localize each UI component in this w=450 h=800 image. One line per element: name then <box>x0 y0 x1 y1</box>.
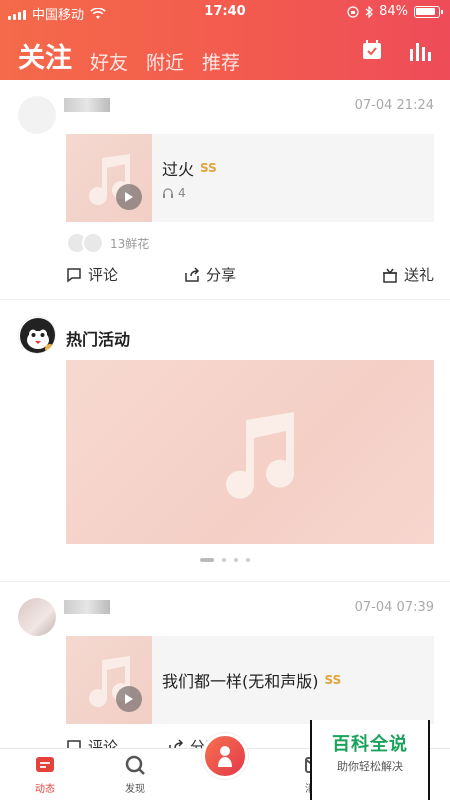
song-title: 我们都一样(无和声版) <box>162 672 319 691</box>
feed-icon <box>36 757 54 772</box>
music-note-icon <box>226 412 295 499</box>
username-blurred[interactable] <box>64 98 110 112</box>
sing-button[interactable] <box>202 733 248 779</box>
watermark-logo: 百科全说 助你轻松解决 <box>310 720 430 800</box>
battery-percent: 84% <box>379 4 408 19</box>
play-button[interactable] <box>116 184 142 210</box>
username-blurred[interactable] <box>64 600 110 614</box>
score-badge: SS <box>324 673 342 687</box>
carousel-dot[interactable] <box>246 558 250 562</box>
comment-icon <box>67 267 81 282</box>
share-button[interactable]: 分享 <box>184 264 236 285</box>
tab-discover-label: 发现 <box>125 784 145 795</box>
ranking-bars-icon[interactable] <box>406 36 434 64</box>
tab-feed[interactable]: 动态 <box>0 749 90 800</box>
top-actions <box>358 36 434 64</box>
music-note-icon <box>89 154 131 206</box>
play-button[interactable] <box>116 686 142 712</box>
play-count-value: 4 <box>178 186 186 200</box>
tab-follow[interactable]: 关注 <box>18 36 72 75</box>
sing-center-icon <box>218 746 232 767</box>
watermark-subtitle: 助你轻松解决 <box>337 760 403 773</box>
music-note-icon <box>89 656 131 708</box>
comment-icon <box>67 739 81 748</box>
carousel-dot[interactable] <box>222 558 226 562</box>
song-card[interactable]: 过火 SS 4 <box>66 134 434 222</box>
avatar[interactable] <box>18 96 56 134</box>
hot-activity: 热门活动 <box>0 300 450 582</box>
comment-label: 评论 <box>88 266 119 284</box>
tab-sing[interactable] <box>180 733 270 800</box>
feed-post: 07-04 21:24 过火 SS 4 13鲜花 评论 分享 送礼 <box>0 80 450 300</box>
carousel-dot-active[interactable] <box>200 558 214 562</box>
comment-button[interactable]: 评论 <box>66 264 118 285</box>
activity-avatar[interactable] <box>18 316 56 354</box>
bluetooth-icon <box>365 5 373 18</box>
top-tabs: 关注 好友 附近 推荐 <box>18 36 240 75</box>
battery-icon <box>414 5 443 18</box>
orientation-lock-icon <box>347 5 359 18</box>
play-count: 4 <box>162 186 217 200</box>
post-timestamp: 07-04 07:39 <box>354 600 434 615</box>
song-cover <box>66 636 152 724</box>
gift-icon <box>382 268 397 283</box>
song-card[interactable]: 我们都一样(无和声版) SS <box>66 636 434 724</box>
tab-friends[interactable]: 好友 <box>90 48 128 75</box>
song-info: 过火 SS 4 <box>152 134 217 222</box>
mascot-icon <box>20 318 55 353</box>
comment-label: 评论 <box>88 738 119 748</box>
carousel-dots <box>0 558 450 562</box>
song-title-row: 过火 SS <box>162 156 217 180</box>
post-timestamp: 07-04 21:24 <box>354 98 434 113</box>
top-bar: 中国移动 17:40 84% 关注 好友 附近 推荐 <box>0 0 450 80</box>
flower-count: 13鲜花 <box>110 236 150 251</box>
comment-button[interactable]: 评论 <box>66 736 118 748</box>
headphones-icon <box>163 188 173 198</box>
discover-icon <box>125 755 145 775</box>
song-title: 过火 <box>162 160 195 179</box>
tab-discover[interactable]: 发现 <box>90 749 180 800</box>
score-badge: SS <box>200 161 217 175</box>
post-actions: 评论 分享 送礼 <box>66 264 434 285</box>
activity-banner[interactable] <box>66 360 434 544</box>
flower-giver-avatar <box>82 232 104 254</box>
song-info: 我们都一样(无和声版) SS <box>152 636 341 724</box>
status-right: 84% <box>347 4 443 19</box>
play-icon <box>125 192 133 202</box>
carousel-dot[interactable] <box>234 558 238 562</box>
tab-recommend[interactable]: 推荐 <box>202 48 240 75</box>
song-title-row: 我们都一样(无和声版) SS <box>162 668 341 692</box>
app-screen: 中国移动 17:40 84% 关注 好友 附近 推荐 07-04 21:24 过… <box>0 0 450 800</box>
share-icon <box>169 738 184 748</box>
share-icon <box>185 266 200 282</box>
share-label: 分享 <box>205 266 236 284</box>
song-cover <box>66 134 152 222</box>
tab-feed-label: 动态 <box>35 784 55 795</box>
gift-button[interactable]: 送礼 <box>382 264 434 285</box>
status-bar: 中国移动 17:40 84% <box>0 0 450 24</box>
feed[interactable]: 07-04 21:24 过火 SS 4 13鲜花 评论 分享 送礼 热门活动 0… <box>0 80 450 748</box>
tab-nearby[interactable]: 附近 <box>146 48 184 75</box>
gift-label: 送礼 <box>403 266 434 284</box>
flower-row[interactable]: 13鲜花 <box>66 232 149 254</box>
play-icon <box>125 694 133 704</box>
avatar[interactable] <box>18 598 56 636</box>
calendar-check-icon[interactable] <box>358 36 386 64</box>
watermark-title: 百科全说 <box>332 734 408 755</box>
activity-title: 热门活动 <box>66 330 131 349</box>
